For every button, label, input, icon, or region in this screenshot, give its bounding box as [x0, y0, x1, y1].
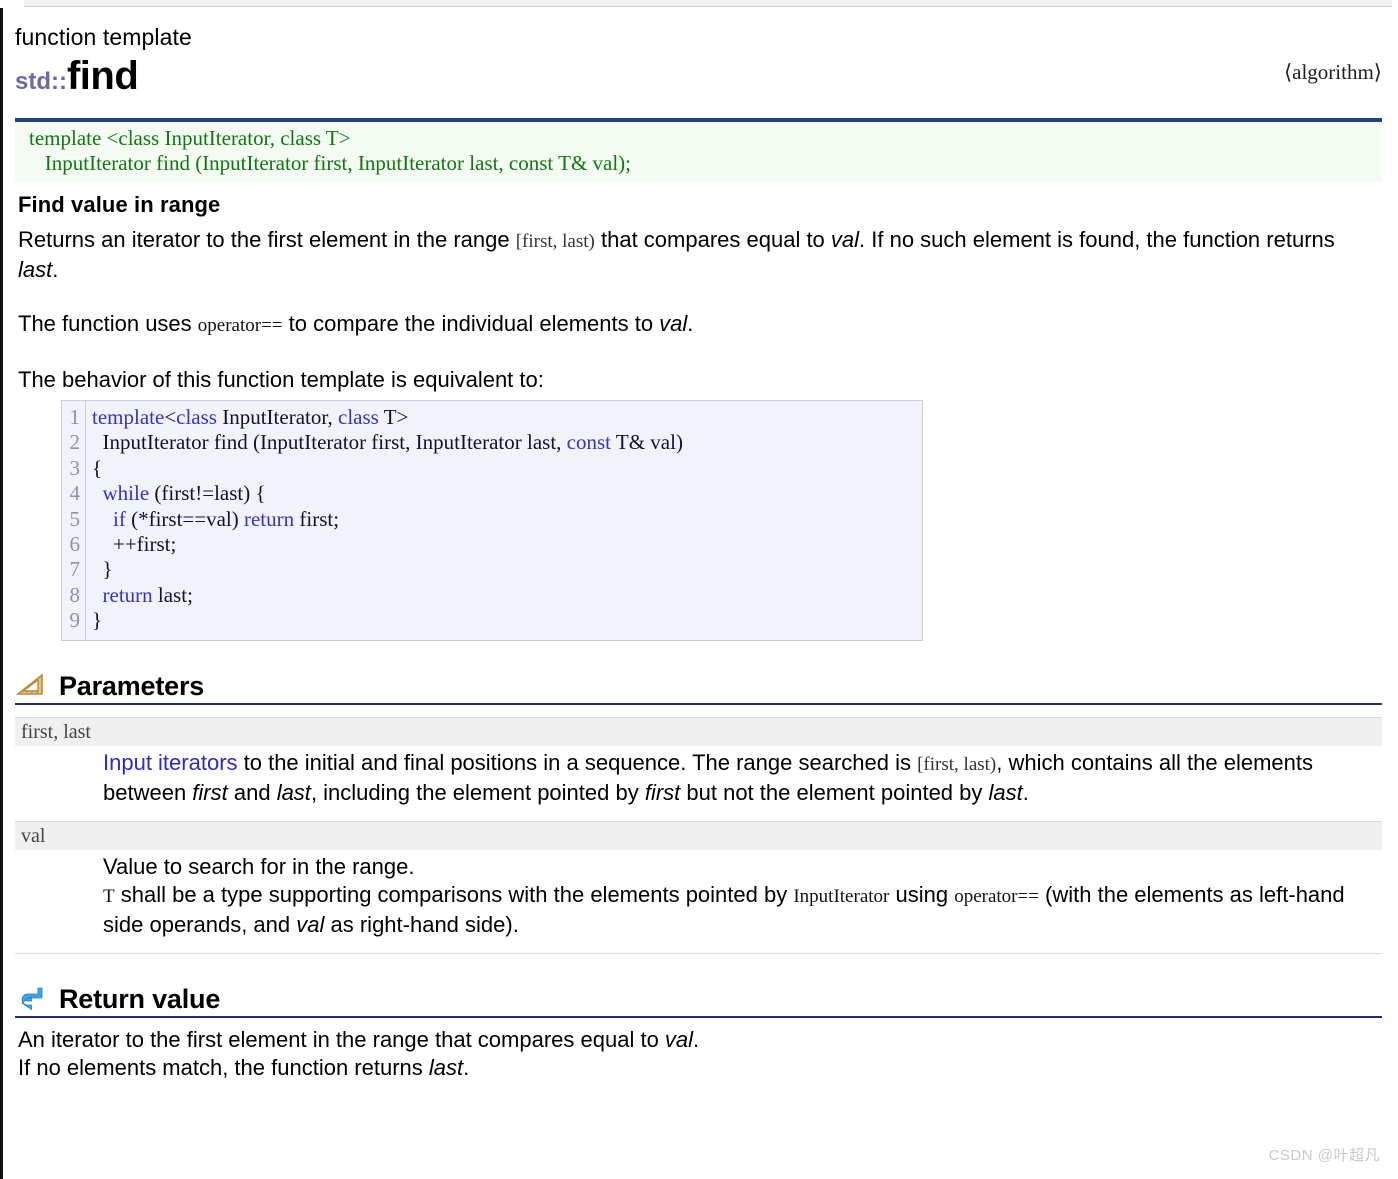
- rv-text-c: If no elements match, the function retur…: [18, 1054, 429, 1080]
- rv-val: val: [664, 1026, 694, 1052]
- rv-text-b: .: [693, 1026, 700, 1052]
- summary-p1-text-d: .: [52, 257, 59, 282]
- summary-p2-val: val: [659, 311, 688, 336]
- return-value-line-2: If no elements match, the function retur…: [18, 1054, 1382, 1082]
- p1-line1: Value to search for in the range.: [103, 853, 415, 879]
- p0-text-d: , including the element pointed by: [310, 779, 645, 805]
- page-header: function template std::find ⟨algorithm⟩: [15, 14, 1382, 108]
- p0-italic-first-2: first: [644, 779, 681, 805]
- return-value-section-header: Return value: [15, 982, 1382, 1018]
- reference-page: function template std::find ⟨algorithm⟩ …: [3, 14, 1398, 1179]
- input-iterators-link[interactable]: Input iterators: [103, 750, 238, 775]
- equivalent-code-block: 1 2 3 4 5 6 7 8 9 template<class InputIt…: [61, 400, 923, 641]
- rv-last: last: [428, 1054, 464, 1080]
- page-title: std::find: [15, 53, 1382, 108]
- summary-paragraph-1: Returns an iterator to the first element…: [18, 226, 1373, 284]
- p1-type-t: T: [103, 885, 115, 907]
- code-line-numbers: 1 2 3 4 5 6 7 8 9: [62, 401, 86, 640]
- parameter-row-val: val Value to search for in the range. T s…: [15, 821, 1382, 954]
- parameters-section-header: Parameters: [15, 669, 1382, 705]
- rv-text-d: .: [463, 1054, 470, 1080]
- parameter-row-first-last: first, last Input iterators to the initi…: [15, 716, 1382, 822]
- function-name: find: [66, 54, 139, 98]
- ruler-triangle-icon: [15, 669, 45, 699]
- return-arrow-icon: [15, 982, 45, 1012]
- return-value-text: An iterator to the first element in the …: [18, 1026, 1382, 1082]
- p0-text-c: and: [227, 779, 277, 805]
- namespace-prefix: std::: [15, 68, 67, 95]
- return-value-section-title: Return value: [59, 983, 221, 1014]
- p0-italic-last-2: last: [988, 779, 1023, 805]
- return-value-line-1: An iterator to the first element in the …: [18, 1026, 1382, 1054]
- parameter-desc-first-last: Input iterators to the initial and final…: [103, 749, 1382, 807]
- header-file-label: ⟨algorithm⟩: [1283, 60, 1382, 84]
- rv-text-a: An iterator to the first element in the …: [18, 1026, 665, 1052]
- p0-range: [first, last): [917, 753, 997, 775]
- p0-text-e: but not the element pointed by: [680, 779, 989, 805]
- parameter-desc-val: Value to search for in the range. T shall…: [103, 853, 1382, 939]
- summary-p1-range: [first, last): [515, 231, 595, 252]
- top-strip: [24, 0, 1392, 7]
- summary-p1-val: val: [830, 227, 860, 252]
- p1-text-d: as right-hand side).: [324, 911, 519, 937]
- summary-paragraph-3: The behavior of this function template i…: [18, 367, 544, 392]
- code-lines: template<class InputIterator, class T> I…: [92, 405, 683, 633]
- summary-p2-text-a: The function uses: [18, 311, 198, 336]
- function-signature-block: template <class InputIterator, class T> …: [15, 118, 1382, 182]
- summary-paragraph-2: The function uses operator== to compare …: [18, 310, 1373, 340]
- parameters-table: first, last Input iterators to the initi…: [15, 716, 1382, 954]
- p1-italic-val: val: [296, 911, 325, 937]
- watermark: CSDN @叶超凡: [1268, 1147, 1380, 1164]
- p1-text-b: using: [889, 881, 955, 907]
- p1-text-a: shall be a type supporting comparisons w…: [114, 881, 794, 907]
- p0-italic-last-1: last: [276, 779, 311, 805]
- summary-p2-text-c: .: [687, 311, 694, 336]
- parameter-name-first-last: first, last: [15, 717, 1382, 746]
- summary-p1-text-a: Returns an iterator to the first element…: [18, 227, 516, 252]
- parameters-section-title: Parameters: [59, 670, 205, 701]
- p1-operator: operator==: [954, 885, 1039, 907]
- summary-p1-text-c: . If no such element is found, the funct…: [859, 227, 1335, 252]
- summary-p1-last: last: [18, 257, 53, 282]
- p0-text-f: .: [1022, 779, 1029, 805]
- p0-text-a: to the initial and final positions in a …: [237, 749, 918, 775]
- entity-kind-label: function template: [15, 24, 192, 50]
- summary-p2-text-b: to compare the individual elements to: [282, 311, 660, 336]
- p1-inputiterator: InputIterator: [793, 885, 890, 907]
- parameter-name-val: val: [15, 821, 1382, 850]
- summary-p1-text-b: that compares equal to: [594, 227, 831, 252]
- summary-p2-operator: operator==: [197, 315, 283, 336]
- summary-title: Find value in range: [18, 192, 221, 217]
- p0-italic-first-1: first: [192, 779, 228, 805]
